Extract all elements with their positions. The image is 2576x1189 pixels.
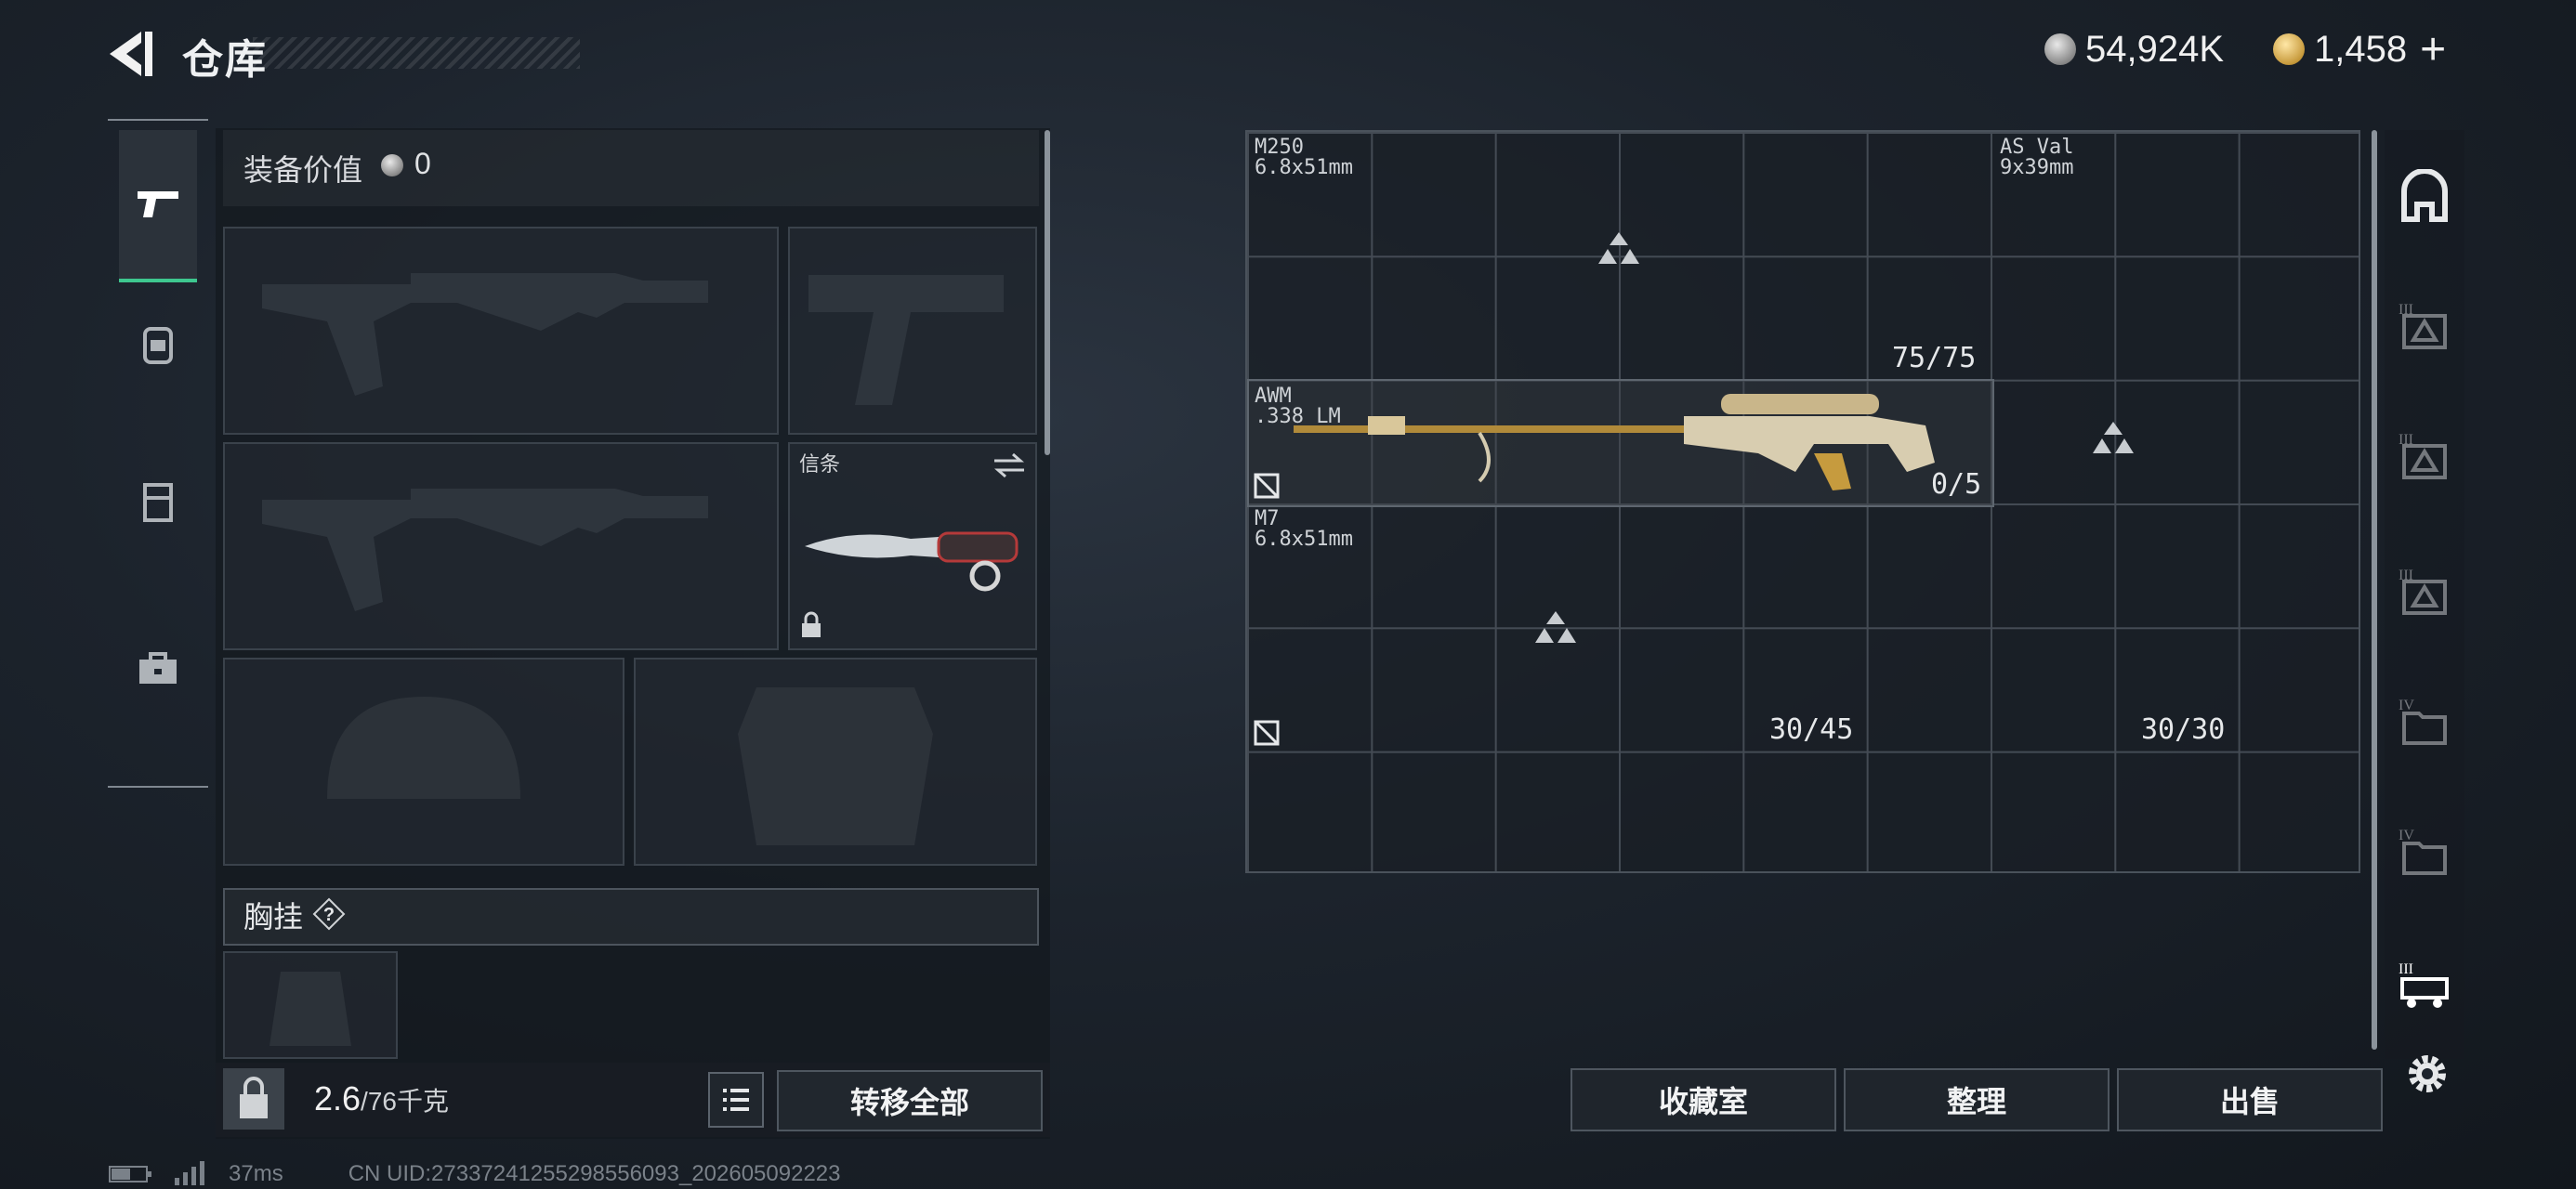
melee-slot-label: 信条 — [799, 452, 841, 476]
lock-button[interactable] — [223, 1068, 284, 1130]
weapon-caliber: 6.8x51mm — [1255, 528, 1353, 551]
gold-currency: 1,458 + — [2273, 24, 2446, 75]
weight-current: 2.6 — [314, 1079, 361, 1117]
weapon-caliber: 9x39mm — [2000, 156, 2074, 179]
weapon-name: M7 — [1255, 507, 1280, 530]
silver-coin-icon — [2044, 33, 2076, 65]
weapon-caliber: 6.8x51mm — [1255, 156, 1353, 179]
gold-coin-icon — [2273, 33, 2305, 65]
equip-value-label: 装备价值 — [243, 153, 363, 187]
ammo-count: 0/5 — [1931, 468, 1982, 501]
list-view-button[interactable] — [708, 1072, 764, 1128]
tier-4-folder-icon[interactable]: IV — [2390, 684, 2459, 758]
knife-icon — [805, 531, 1019, 592]
storage-grid[interactable]: M250 6.8x51mm 75/75 AS Val 9x39mm AWM .3… — [1245, 130, 2360, 873]
battery-icon — [109, 1166, 151, 1182]
tag-icon — [1254, 473, 1280, 499]
ammo-count: 30/45 — [1769, 713, 1854, 746]
help-icon[interactable]: ? — [312, 897, 346, 931]
pistol-icon — [138, 191, 178, 217]
settings-gear-icon[interactable] — [2399, 1046, 2455, 1102]
weapon-placeholder-icon[interactable] — [1531, 608, 1580, 648]
nav-supplies[interactable] — [119, 622, 197, 715]
weight-display: 2.6/76千克 — [314, 1079, 449, 1118]
ammo-count: 75/75 — [1892, 342, 1977, 374]
weapon-placeholder-icon[interactable] — [2089, 418, 2137, 459]
tier-4-folder-icon[interactable]: IV — [2390, 814, 2459, 888]
tag-icon — [1254, 720, 1280, 746]
chest-rig-label: 胸挂 — [243, 900, 304, 934]
add-currency-button[interactable]: + — [2420, 24, 2446, 75]
pistol-silhouette-icon — [808, 275, 1004, 405]
vest-silhouette-icon — [738, 687, 933, 845]
silver-currency: 54,924K — [2044, 26, 2224, 72]
lock-icon — [802, 611, 821, 637]
tier-3-crate-icon[interactable]: III — [2390, 554, 2459, 628]
vest-icon — [143, 483, 173, 522]
silver-coin-icon — [381, 154, 403, 176]
weapon-name: AWM — [1255, 385, 1292, 408]
tier-3-vehicle-icon[interactable]: III — [2390, 947, 2459, 1022]
svg-text:IV: IV — [2399, 698, 2414, 713]
list-icon — [723, 1089, 749, 1111]
svg-text:?: ? — [323, 905, 335, 925]
gold-amount: 1,458 — [2314, 28, 2408, 70]
melee-slot[interactable]: 信条 — [788, 442, 1037, 650]
weapon-placeholder-icon[interactable] — [1595, 229, 1643, 269]
weight-capacity: /76千克 — [361, 1087, 449, 1116]
collection-room-button[interactable]: 收藏室 — [1571, 1068, 1836, 1131]
ping-value: 37ms — [229, 1161, 283, 1186]
rifle-silhouette-icon — [262, 489, 708, 611]
tier-3-crate-icon[interactable]: III — [2390, 288, 2459, 362]
ammo-count: 30/30 — [2141, 713, 2226, 746]
rig-silhouette-icon — [269, 972, 351, 1046]
uid-text: CN UID:27337241255298556093_202605092223 — [348, 1161, 841, 1186]
briefcase-icon — [139, 652, 177, 684]
svg-text:III: III — [2399, 961, 2413, 977]
status-bar: 37ms CN UID:27337241255298556093_2026050… — [108, 1161, 841, 1187]
backpack-icon[interactable] — [2390, 160, 2459, 234]
chest-rig-slot[interactable] — [223, 951, 398, 1059]
title-decoration — [253, 37, 580, 69]
sort-button[interactable]: 整理 — [1844, 1068, 2109, 1131]
back-arrow-icon — [110, 32, 152, 76]
nav-backpack[interactable] — [119, 297, 197, 390]
rifle-silhouette-icon — [262, 273, 708, 396]
storage-scrollbar[interactable] — [2372, 130, 2377, 1050]
weapon-name: M250 — [1255, 136, 1304, 159]
sell-button[interactable]: 出售 — [2117, 1068, 2383, 1131]
body-armor-slot[interactable] — [634, 658, 1037, 866]
category-nav — [108, 119, 208, 788]
primary-weapon-slot[interactable] — [223, 227, 779, 435]
loadout-scrollbar[interactable] — [1045, 130, 1050, 455]
helmet-slot[interactable] — [223, 658, 624, 866]
backpack-icon — [143, 327, 173, 364]
nav-weapons[interactable] — [119, 130, 197, 282]
sniper-rifle-icon — [1294, 394, 1935, 490]
weight-lock-icon — [240, 1077, 268, 1118]
svg-text:IV: IV — [2399, 828, 2414, 843]
tier-3-crate-icon[interactable]: III — [2390, 418, 2459, 492]
nav-armor[interactable] — [119, 455, 197, 548]
sidearm-slot[interactable] — [788, 227, 1037, 435]
silver-amount: 54,924K — [2085, 28, 2225, 70]
secondary-weapon-slot[interactable] — [223, 442, 779, 650]
equip-value: 0 — [414, 147, 431, 180]
helmet-silhouette-icon — [327, 697, 520, 799]
back-button[interactable] — [104, 26, 156, 82]
swap-icon[interactable] — [991, 451, 1028, 479]
weapon-name: AS Val — [2000, 136, 2074, 159]
transfer-all-button[interactable]: 转移全部 — [777, 1070, 1043, 1131]
signal-icon — [175, 1161, 204, 1185]
